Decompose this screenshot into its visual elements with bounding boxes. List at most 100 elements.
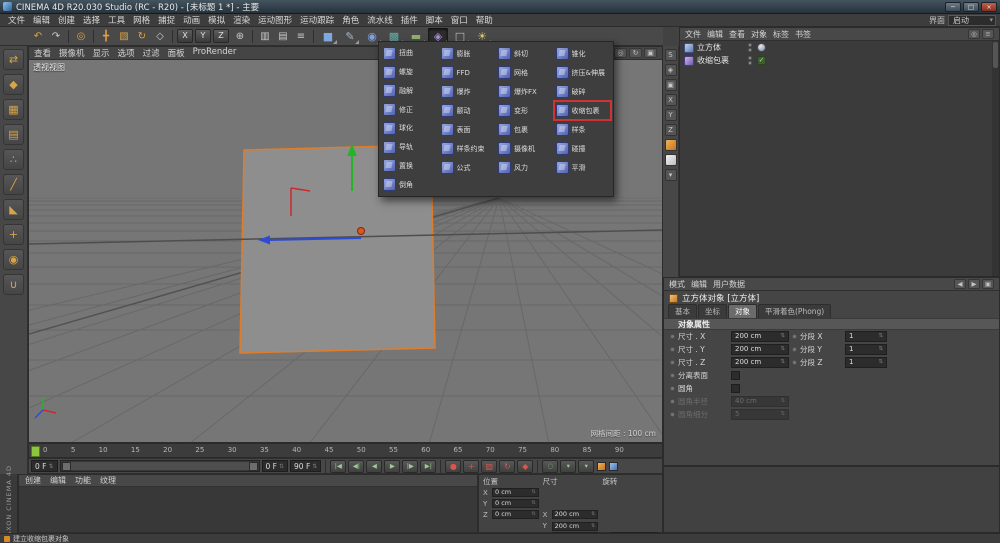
deformer-menu-item[interactable]: 平滑 bbox=[554, 158, 612, 177]
deformer-menu-item[interactable]: 公式 bbox=[439, 158, 497, 177]
enabled-check-icon[interactable]: ✓ bbox=[757, 56, 766, 65]
attr-forward-icon[interactable]: ▶ bbox=[968, 279, 980, 289]
deformer-menu-item[interactable]: 螺旋 bbox=[381, 63, 439, 82]
goto-start-button[interactable]: |◀ bbox=[330, 460, 346, 473]
deformer-menu-item[interactable]: 收缩包裹 bbox=[554, 101, 612, 120]
attribute-menu-item[interactable]: 编辑 bbox=[691, 279, 707, 290]
attribute-tab[interactable]: 坐标 bbox=[698, 304, 727, 318]
keyframe-color-swatch[interactable] bbox=[597, 462, 606, 471]
object-manager-scrollbar[interactable] bbox=[992, 41, 999, 276]
render-settings-icon[interactable]: ≡ bbox=[292, 28, 310, 44]
deformer-menu-item[interactable]: 包裹 bbox=[496, 120, 554, 139]
lock-y-button[interactable]: Y bbox=[195, 29, 211, 43]
object-name[interactable]: 立方体 bbox=[697, 42, 745, 53]
size-field[interactable]: 200 cm bbox=[552, 522, 599, 531]
position-field[interactable]: 0 cm bbox=[492, 488, 539, 497]
lock-x-button[interactable]: X bbox=[177, 29, 193, 43]
color-swatch-white[interactable] bbox=[665, 154, 677, 166]
anim-dot-icon[interactable] bbox=[792, 334, 797, 339]
object-manager-menu-item[interactable]: 对象 bbox=[751, 29, 767, 40]
key-parameter-button[interactable]: ◆ bbox=[517, 460, 533, 473]
render-picture-viewer-icon[interactable]: ▤ bbox=[274, 28, 292, 44]
model-mode-icon[interactable]: ◆ bbox=[3, 74, 24, 95]
menu-item[interactable]: 选择 bbox=[79, 14, 104, 26]
range-end-handle[interactable] bbox=[249, 462, 258, 471]
sculpt-icon[interactable]: S bbox=[665, 49, 677, 61]
minimize-button[interactable]: ─ bbox=[945, 2, 961, 12]
preview-range-slider[interactable] bbox=[60, 460, 260, 472]
anim-dot-icon[interactable] bbox=[792, 347, 797, 352]
coordinate-system-icon[interactable]: ⊕ bbox=[231, 28, 249, 44]
undo-icon[interactable]: ↶ bbox=[29, 28, 47, 44]
deformer-menu-item[interactable]: 变形 bbox=[496, 101, 554, 120]
material-menu-item[interactable]: 编辑 bbox=[50, 475, 66, 486]
anim-dot-icon[interactable] bbox=[670, 373, 675, 378]
viewport-menu-item[interactable]: 显示 bbox=[93, 47, 110, 59]
goto-end-button[interactable]: ▶| bbox=[420, 460, 436, 473]
menu-item[interactable]: 角色 bbox=[338, 14, 363, 26]
deformer-menu-item[interactable]: 样条约束 bbox=[439, 139, 497, 158]
material-menu-item[interactable]: 创建 bbox=[25, 475, 41, 486]
checkbox[interactable] bbox=[731, 384, 740, 393]
timeline-ruler[interactable]: 051015202530354045505560657075808590 bbox=[28, 443, 663, 458]
attribute-menu-item[interactable]: 模式 bbox=[669, 279, 685, 290]
key-position-button[interactable]: + bbox=[463, 460, 479, 473]
anim-dot-icon[interactable] bbox=[792, 360, 797, 365]
move-tool-icon[interactable]: ╋ bbox=[97, 28, 115, 44]
menu-item[interactable]: 渲染 bbox=[229, 14, 254, 26]
prev-key-button[interactable]: ◀| bbox=[348, 460, 364, 473]
range-start-field[interactable]: 0 F bbox=[262, 460, 289, 472]
preview-range[interactable] bbox=[62, 462, 258, 470]
attribute-tab[interactable]: 对象 bbox=[728, 304, 757, 318]
object-manager-menu-item[interactable]: 查看 bbox=[729, 29, 745, 40]
anim-dot-icon[interactable] bbox=[670, 334, 675, 339]
menu-item[interactable]: 编辑 bbox=[29, 14, 54, 26]
play-button[interactable]: ▶ bbox=[384, 460, 400, 473]
deformer-menu-item[interactable]: 摄像机 bbox=[496, 139, 554, 158]
view-rotate-icon[interactable]: ↻ bbox=[629, 48, 642, 58]
material-menu-item[interactable]: 纹理 bbox=[100, 475, 116, 486]
record-button[interactable]: ● bbox=[445, 460, 461, 473]
deformer-menu-item[interactable]: 碰撞 bbox=[554, 139, 612, 158]
live-selection-icon[interactable]: ◎ bbox=[72, 28, 90, 44]
attr-back-icon[interactable]: ◀ bbox=[954, 279, 966, 289]
add-cube-icon[interactable]: ■ bbox=[318, 28, 338, 45]
workplane-mode-icon[interactable]: ▤ bbox=[3, 124, 24, 145]
add-spline-icon[interactable]: ✎ bbox=[340, 28, 360, 45]
lock-z-button[interactable]: Z bbox=[213, 29, 229, 43]
object-manager-menu-item[interactable]: 书签 bbox=[795, 29, 811, 40]
viewport-menu-item[interactable]: ProRender bbox=[193, 47, 237, 59]
snap-icon[interactable]: ∪ bbox=[3, 274, 24, 295]
menu-item[interactable]: 运动跟踪 bbox=[296, 14, 338, 26]
size-field[interactable]: 200 cm bbox=[552, 510, 599, 519]
current-frame-marker[interactable] bbox=[31, 446, 40, 457]
viewport-menu-item[interactable]: 过滤 bbox=[143, 47, 160, 59]
lock-y-icon[interactable]: Y bbox=[665, 109, 677, 121]
menu-item[interactable]: 流水线 bbox=[363, 14, 397, 26]
deformer-menu-item[interactable]: 爆炸 bbox=[439, 82, 497, 101]
texture-mode-icon[interactable]: ▦ bbox=[3, 99, 24, 120]
autokey-button[interactable]: ◌ bbox=[542, 460, 558, 473]
object-manager-menu-item[interactable]: 标签 bbox=[773, 29, 789, 40]
material-list-area[interactable] bbox=[19, 487, 477, 532]
lock-z-icon[interactable]: Z bbox=[665, 124, 677, 136]
redo-icon[interactable]: ↷ bbox=[47, 28, 65, 44]
segments-field[interactable]: 1 bbox=[845, 344, 887, 355]
menu-item[interactable]: 帮助 bbox=[472, 14, 497, 26]
object-name[interactable]: 收缩包裹 bbox=[697, 55, 745, 66]
playback-options-button[interactable]: ▾ bbox=[578, 460, 594, 473]
make-editable-icon[interactable]: ⇄ bbox=[3, 49, 24, 70]
deformer-menu-item[interactable]: 破碎 bbox=[554, 82, 612, 101]
prev-frame-button[interactable]: ◀ bbox=[366, 460, 382, 473]
key-scale-button[interactable]: ▧ bbox=[481, 460, 497, 473]
deformer-menu-item[interactable]: 置换 bbox=[381, 157, 439, 176]
color-swatch-orange[interactable] bbox=[665, 139, 677, 151]
view-label[interactable]: 透视视图 bbox=[33, 62, 65, 73]
om-search-icon[interactable]: ◎ bbox=[968, 29, 980, 39]
om-filter-icon[interactable]: ≡ bbox=[982, 29, 994, 39]
deformer-menu-item[interactable]: 修正 bbox=[381, 100, 439, 119]
size-value-field[interactable]: 200 cm bbox=[731, 331, 789, 342]
size-value-field[interactable]: 200 cm bbox=[731, 357, 789, 368]
render-visibility-dot[interactable] bbox=[748, 61, 752, 65]
view-layout-icon[interactable]: ▣ bbox=[644, 48, 657, 58]
